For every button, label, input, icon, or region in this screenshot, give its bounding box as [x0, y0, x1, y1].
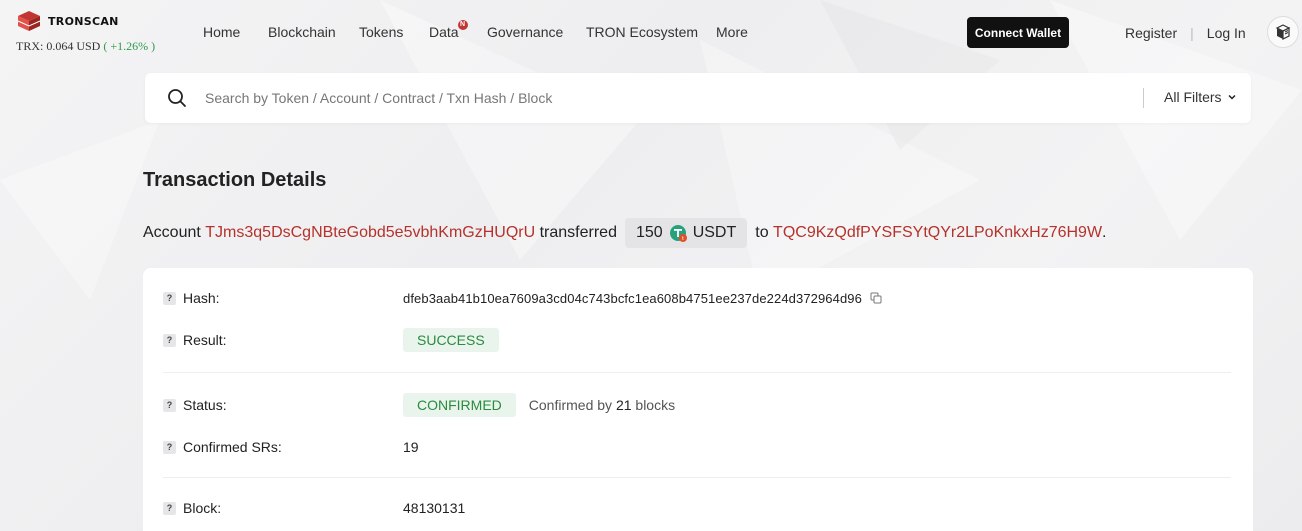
divider [163, 477, 1231, 478]
price-label: TRX: [16, 39, 44, 53]
copy-icon[interactable] [870, 292, 882, 304]
filter-divider [1143, 88, 1144, 108]
help-icon[interactable]: ? [163, 398, 176, 412]
nav-data[interactable]: Data N [429, 20, 468, 40]
result-row: ? Result: [163, 328, 227, 352]
nav-tron-ecosystem[interactable]: TRON Ecosystem [586, 24, 698, 40]
status-badge: CONFIRMED [403, 393, 516, 417]
confirmed-srs-value: 19 [403, 439, 419, 455]
transfer-summary: Account TJms3q5DsCgNBteGobd5e5vbhKmGzHUQ… [143, 218, 1107, 248]
block-row: ? Block: [163, 496, 221, 520]
block-label: Block: [183, 500, 222, 516]
to-address-link[interactable]: TQC9KzQdfPYSFSYtQYr2LPoKnkxHz76H9W [773, 224, 1102, 242]
summary-prefix: Account [143, 224, 201, 241]
confirmed-by-suffix: blocks [635, 397, 676, 413]
brand-name: TRONSCAN [48, 14, 119, 28]
tronscan-logo[interactable]: TRONSCAN [16, 10, 119, 32]
help-icon[interactable]: ? [163, 291, 176, 305]
page-title: Transaction Details [143, 169, 327, 191]
connect-wallet-button[interactable]: Connect Wallet [967, 17, 1069, 48]
help-icon[interactable]: ? [163, 333, 176, 347]
result-badge: SUCCESS [403, 328, 499, 352]
all-filters-label: All Filters [1164, 89, 1222, 105]
summary-verb: transferred [539, 224, 617, 241]
new-badge: N [457, 20, 468, 30]
cube-icon [1275, 24, 1291, 40]
summary-to-word: to [755, 224, 769, 241]
confirmed-by-count: 21 [615, 397, 632, 413]
result-label: Result: [183, 332, 227, 348]
status-label: Status: [183, 397, 227, 413]
block-value[interactable]: 48130131 [403, 500, 465, 516]
confirmed-srs-row: ? Confirmed SRs: [163, 435, 282, 459]
help-icon[interactable]: ? [163, 501, 176, 515]
search-input[interactable] [205, 87, 1105, 109]
status-row: ? Status: [163, 393, 227, 417]
transfer-amount: 150 [635, 224, 663, 241]
hash-value: dfeb3aab41b10ea7609a3cd04c743bcfc1ea608b… [403, 290, 862, 306]
amount-chip: 150 t USDT [624, 218, 748, 248]
nav-more[interactable]: More [716, 24, 748, 40]
block-value-wrap: 48130131 [403, 496, 465, 520]
price-value: 0.064 USD [46, 39, 101, 53]
nav-home[interactable]: Home [203, 24, 240, 40]
result-value-wrap: SUCCESS [403, 328, 499, 352]
search-icon[interactable] [167, 88, 187, 108]
status-value-wrap: CONFIRMED Confirmed by 21 blocks [403, 393, 675, 417]
auth-separator: | [1190, 25, 1194, 41]
hash-label: Hash: [183, 290, 220, 306]
hash-value-wrap: dfeb3aab41b10ea7609a3cd04c743bcfc1ea608b… [403, 286, 882, 310]
usdt-token-icon: t [669, 225, 687, 242]
help-icon[interactable]: ? [163, 440, 176, 454]
chevron-down-icon [1228, 94, 1236, 100]
confirmed-srs-value-wrap: 19 [403, 435, 419, 459]
svg-text:t: t [682, 236, 684, 242]
confirmed-by-prefix: Confirmed by [528, 397, 613, 413]
auth-links: Register | Log In [1125, 25, 1246, 41]
transaction-details-card: ? Hash: dfeb3aab41b10ea7609a3cd04c743bcf… [143, 268, 1253, 531]
search-bar: All Filters [145, 73, 1251, 123]
token-symbol: USDT [692, 224, 737, 241]
summary-suffix: . [1102, 224, 1107, 241]
price-change: ( +1.26% ) [103, 39, 156, 53]
register-link[interactable]: Register [1125, 25, 1177, 41]
nav-blockchain[interactable]: Blockchain [268, 24, 336, 40]
all-filters-dropdown[interactable]: All Filters [1164, 89, 1237, 105]
confirmations-text: Confirmed by 21 blocks [529, 397, 675, 413]
nav-data-label: Data [429, 24, 459, 40]
nav-tokens[interactable]: Tokens [359, 24, 403, 40]
trx-price: TRX: 0.064 USD ( +1.26% ) [16, 39, 155, 54]
settings-avatar[interactable] [1267, 16, 1299, 48]
top-header: TRONSCAN TRX: 0.064 USD ( +1.26% ) Home … [0, 0, 1302, 68]
confirmed-srs-label: Confirmed SRs: [183, 439, 282, 455]
nav-governance[interactable]: Governance [487, 24, 563, 40]
from-address-link[interactable]: TJms3q5DsCgNBteGobd5e5vbhKmGzHUQrU [205, 224, 535, 242]
divider [163, 372, 1231, 373]
tronscan-logo-icon [17, 11, 41, 31]
login-link[interactable]: Log In [1207, 25, 1246, 41]
hash-row: ? Hash: [163, 286, 220, 310]
